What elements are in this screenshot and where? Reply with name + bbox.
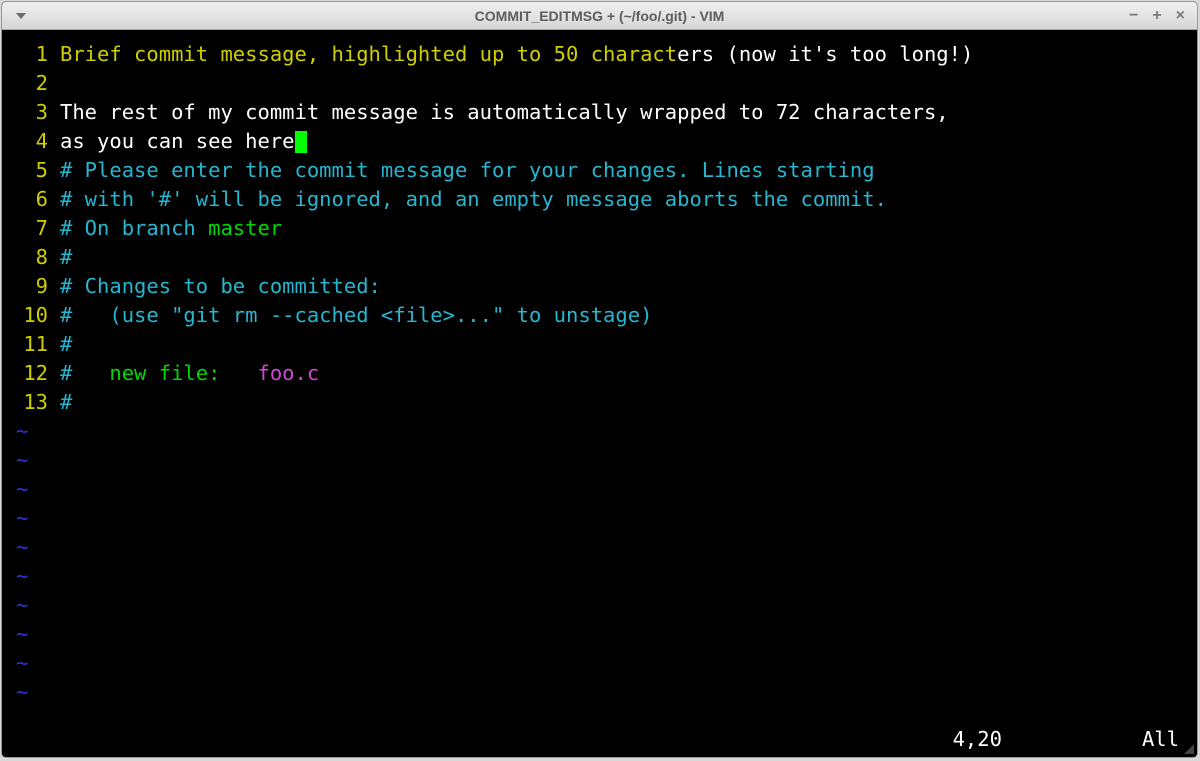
empty-line: ~ bbox=[16, 562, 1183, 591]
maximize-icon[interactable]: + bbox=[1152, 7, 1161, 25]
minimize-icon[interactable]: − bbox=[1129, 7, 1138, 25]
line-number: 6 bbox=[16, 185, 60, 214]
line-text[interactable]: # new file: foo.c bbox=[60, 359, 1183, 388]
editor-line[interactable]: 9# Changes to be committed: bbox=[16, 272, 1183, 301]
line-text[interactable]: Brief commit message, highlighted up to … bbox=[60, 40, 1183, 69]
empty-line: ~ bbox=[16, 678, 1183, 707]
editor-line[interactable]: 4as you can see here bbox=[16, 127, 1183, 156]
text-cursor bbox=[295, 131, 307, 153]
line-text[interactable]: The rest of my commit message is automat… bbox=[60, 98, 1183, 127]
window-menu-icon[interactable] bbox=[16, 13, 26, 19]
empty-line: ~ bbox=[16, 504, 1183, 533]
line-text[interactable]: # bbox=[60, 243, 1183, 272]
resize-grip-icon[interactable] bbox=[1184, 744, 1194, 754]
editor-line[interactable]: 3The rest of my commit message is automa… bbox=[16, 98, 1183, 127]
line-number: 4 bbox=[16, 127, 60, 156]
line-text[interactable]: # bbox=[60, 330, 1183, 359]
empty-line: ~ bbox=[16, 533, 1183, 562]
editor-line[interactable]: 12# new file: foo.c bbox=[16, 359, 1183, 388]
line-text[interactable]: as you can see here bbox=[60, 127, 1183, 156]
editor-line[interactable]: 1Brief commit message, highlighted up to… bbox=[16, 40, 1183, 69]
line-text[interactable]: # (use "git rm --cached <file>..." to un… bbox=[60, 301, 1183, 330]
editor-line[interactable]: 5# Please enter the commit message for y… bbox=[16, 156, 1183, 185]
line-number: 5 bbox=[16, 156, 60, 185]
close-icon[interactable]: × bbox=[1176, 7, 1185, 25]
editor-line[interactable]: 6# with '#' will be ignored, and an empt… bbox=[16, 185, 1183, 214]
titlebar: COMMIT_EDITMSG + (~/foo/.git) - VIM − + … bbox=[2, 2, 1197, 30]
empty-line: ~ bbox=[16, 475, 1183, 504]
scroll-indicator: All bbox=[1142, 727, 1179, 751]
line-text[interactable]: # bbox=[60, 388, 1183, 417]
line-number: 13 bbox=[16, 388, 60, 417]
line-number: 8 bbox=[16, 243, 60, 272]
line-number: 7 bbox=[16, 214, 60, 243]
empty-line: ~ bbox=[16, 417, 1183, 446]
empty-line: ~ bbox=[16, 620, 1183, 649]
line-number: 12 bbox=[16, 359, 60, 388]
window-controls: − + × bbox=[1129, 7, 1197, 25]
cursor-position: 4,20 bbox=[953, 727, 1002, 751]
line-text[interactable]: # with '#' will be ignored, and an empty… bbox=[60, 185, 1183, 214]
terminal-window: COMMIT_EDITMSG + (~/foo/.git) - VIM − + … bbox=[1, 1, 1198, 758]
editor-line[interactable]: 11# bbox=[16, 330, 1183, 359]
empty-line: ~ bbox=[16, 446, 1183, 475]
line-number: 10 bbox=[16, 301, 60, 330]
line-number: 2 bbox=[16, 69, 60, 98]
vim-editor-area[interactable]: 1Brief commit message, highlighted up to… bbox=[2, 30, 1197, 757]
line-number: 1 bbox=[16, 40, 60, 69]
line-number: 11 bbox=[16, 330, 60, 359]
editor-line[interactable]: 13# bbox=[16, 388, 1183, 417]
editor-line[interactable]: 2 bbox=[16, 69, 1183, 98]
line-number: 9 bbox=[16, 272, 60, 301]
line-text[interactable]: # Please enter the commit message for yo… bbox=[60, 156, 1183, 185]
line-text[interactable]: # On branch master bbox=[60, 214, 1183, 243]
window-title: COMMIT_EDITMSG + (~/foo/.git) - VIM bbox=[2, 8, 1197, 24]
empty-line: ~ bbox=[16, 591, 1183, 620]
editor-line[interactable]: 8# bbox=[16, 243, 1183, 272]
line-text[interactable]: # Changes to be committed: bbox=[60, 272, 1183, 301]
empty-line: ~ bbox=[16, 649, 1183, 678]
line-text[interactable] bbox=[60, 69, 1183, 98]
line-number: 3 bbox=[16, 98, 60, 127]
editor-line[interactable]: 7# On branch master bbox=[16, 214, 1183, 243]
editor-line[interactable]: 10# (use "git rm --cached <file>..." to … bbox=[16, 301, 1183, 330]
vim-status-bar: 4,20 All bbox=[2, 727, 1197, 751]
